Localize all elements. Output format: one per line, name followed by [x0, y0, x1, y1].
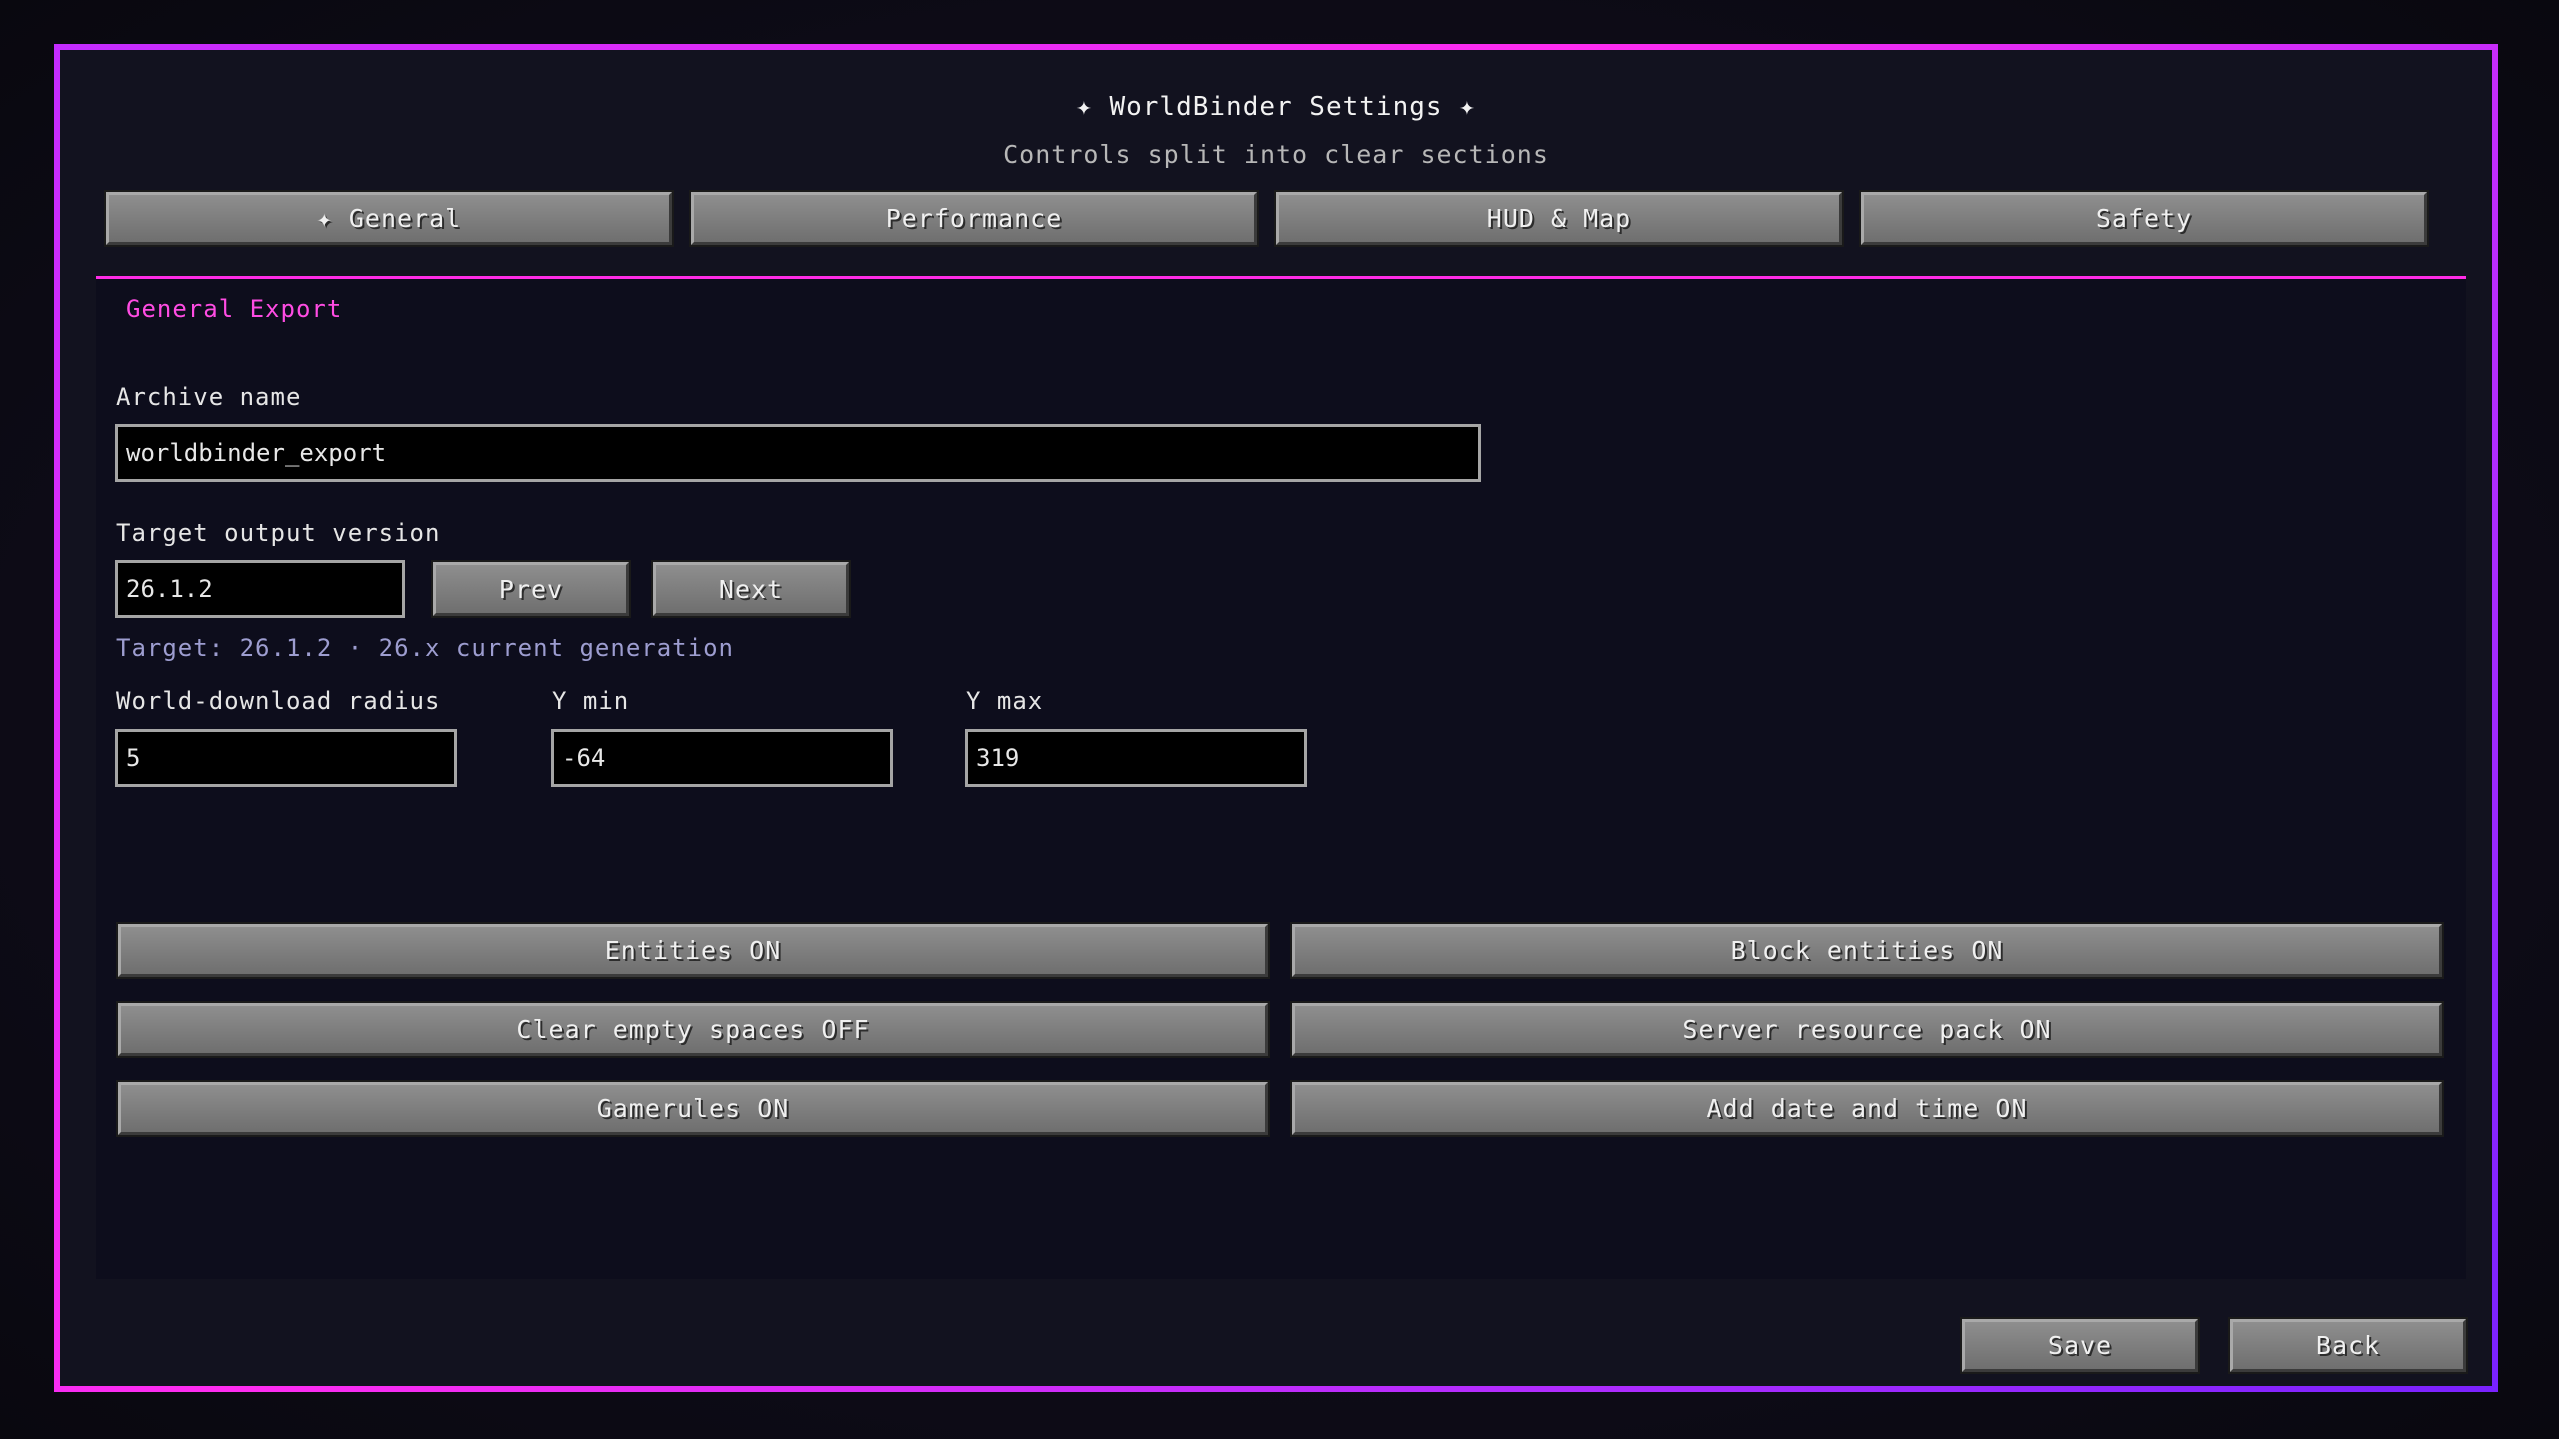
screen: ✦ WorldBinder Settings ✦ Controls split …	[0, 0, 2559, 1439]
ymin-label: Y min	[552, 687, 630, 715]
settings-window: ✦ WorldBinder Settings ✦ Controls split …	[54, 44, 2498, 1392]
general-export-panel: General Export Archive name worldbinder_…	[96, 279, 2466, 1279]
add-date-time-toggle[interactable]: Add date and time ON	[1290, 1080, 2444, 1137]
target-version-label: Target output version	[116, 519, 441, 547]
save-button[interactable]: Save	[1960, 1317, 2200, 1374]
gamerules-toggle[interactable]: Gamerules ON	[116, 1080, 1270, 1137]
prev-version-button[interactable]: Prev	[431, 560, 631, 618]
next-version-button[interactable]: Next	[651, 560, 851, 618]
entities-toggle[interactable]: Entities ON	[116, 922, 1270, 979]
archive-name-input[interactable]: worldbinder_export	[115, 424, 1481, 482]
page-title: ✦ WorldBinder Settings ✦	[1076, 92, 1476, 122]
radius-input[interactable]: 5	[115, 729, 457, 787]
clear-empty-spaces-toggle[interactable]: Clear empty spaces OFF	[116, 1001, 1270, 1058]
tab-hud-map[interactable]: HUD & Map	[1274, 190, 1844, 247]
tab-safety[interactable]: Safety	[1859, 190, 2429, 247]
ymax-label: Y max	[966, 687, 1044, 715]
section-title: General Export	[126, 295, 343, 323]
target-version-hint: Target: 26.1.2 · 26.x current generation	[116, 634, 734, 662]
ymax-input[interactable]: 319	[965, 729, 1307, 787]
server-resource-pack-toggle[interactable]: Server resource pack ON	[1290, 1001, 2444, 1058]
page-subtitle: Controls split into clear sections	[1003, 140, 1549, 169]
tab-performance[interactable]: Performance	[689, 190, 1259, 247]
tab-general[interactable]: ✦ General	[104, 190, 674, 247]
target-version-input[interactable]: 26.1.2	[115, 560, 405, 618]
back-button[interactable]: Back	[2228, 1317, 2468, 1374]
ymin-input[interactable]: -64	[551, 729, 893, 787]
block-entities-toggle[interactable]: Block entities ON	[1290, 922, 2444, 979]
radius-label: World-download radius	[116, 687, 441, 715]
archive-name-label: Archive name	[116, 383, 302, 411]
